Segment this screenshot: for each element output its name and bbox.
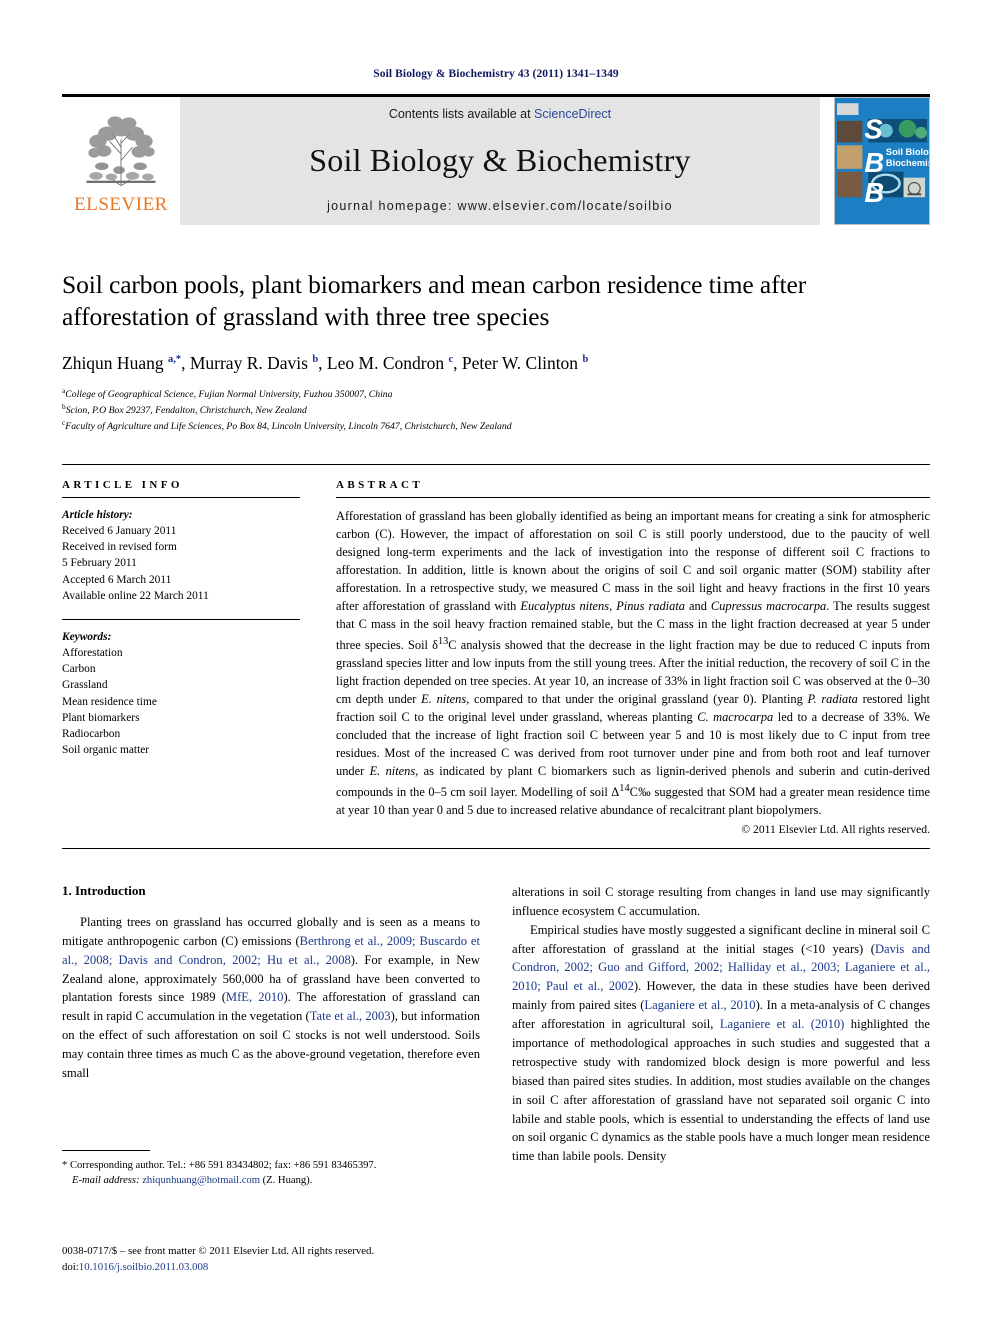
footnote-line-email: E-mail address: zhiqunhuang@hotmail.com … [62,1173,467,1188]
elsevier-tree-icon [86,116,156,186]
divider [336,496,930,498]
abstract-text: Afforestation of grassland has been glob… [336,508,931,817]
keywords-label: Keywords: [62,630,112,643]
elsevier-logo: ELSEVIER [62,97,180,225]
abstract-column: ABSTRACT Afforestation of grassland has … [336,479,930,836]
corresponding-author-footnote: * Corresponding author. Tel.: +86 591 83… [62,1150,467,1188]
journal-article-page: Soil Biology & Biochemistry 43 (2011) 13… [0,0,992,1323]
journal-homepage-link[interactable]: journal homepage: www.elsevier.com/locat… [327,199,673,213]
sciencedirect-link[interactable]: ScienceDirect [534,107,611,121]
article-info-column: ARTICLE INFO Article history: Received 6… [62,479,312,836]
body-paragraph: Empirical studies have mostly suggested … [512,922,930,1164]
journal-masthead: ELSEVIER Contents lists available at Sci… [62,94,930,225]
history-item: Received 6 January 2011 [62,524,177,537]
svg-text:B: B [864,147,884,178]
journal-band: Contents lists available at ScienceDirec… [180,97,820,225]
keyword-item: Mean residence time [62,695,157,708]
doi-link[interactable]: 10.1016/j.soilbio.2011.03.008 [79,1261,208,1273]
divider [62,496,300,498]
body-columns: 1. Introduction Planting trees on grassl… [62,883,930,1166]
title-block: Soil carbon pools, plant biomarkers and … [62,269,930,434]
affiliation-list: aCollege of Geographical Science, Fujian… [62,386,930,434]
article-history-label: Article history: [62,508,133,521]
keyword-item: Carbon [62,663,96,676]
body-paragraph: Planting trees on grassland has occurred… [62,914,480,1080]
contents-available-line: Contents lists available at ScienceDirec… [389,107,611,121]
keyword-item: Radiocarbon [62,728,121,740]
affiliation-text: Scion, P.O Box 29237, Fendalton, Christc… [65,404,307,416]
affiliation-item: bScion, P.O Box 29237, Fendalton, Christ… [62,402,930,418]
journal-cover-art: S B B Soil Biology & Biochemistry [835,99,929,223]
keywords-group: Keywords: Afforestation Carbon Grassland… [62,629,312,759]
history-item: Received in revised form [62,541,177,554]
page-footer: 0038-0717/$ – see front matter © 2011 El… [62,1244,482,1276]
svg-text:B: B [864,177,884,208]
divider [62,847,930,849]
abstract-copyright: © 2011 Elsevier Ltd. All rights reserved… [741,822,930,836]
keyword-item: Afforestation [62,647,123,660]
author-list: Zhiqun Huang a,*, Murray R. Davis b, Leo… [62,352,589,373]
affiliation-text: Faculty of Agriculture and Life Sciences… [65,420,512,432]
page-title: Soil carbon pools, plant biomarkers and … [62,270,807,331]
history-item: Available online 22 March 2011 [62,589,209,602]
elsevier-wordmark: ELSEVIER [74,194,168,215]
journal-title: Soil Biology & Biochemistry [309,141,691,178]
footnote-text: * Corresponding author. Tel.: +86 591 83… [62,1158,467,1188]
journal-cover-thumbnail: S B B Soil Biology & Biochemistry [834,97,930,225]
body-column-left: 1. Introduction Planting trees on grassl… [62,883,480,1166]
divider [62,618,300,620]
running-head: Soil Biology & Biochemistry 43 (2011) 13… [373,68,619,80]
divider [62,1150,150,1151]
svg-text:Biochemistry: Biochemistry [886,158,929,168]
info-abstract-region: ARTICLE INFO Article history: Received 6… [62,463,930,836]
keyword-item: Grassland [62,679,108,692]
email-link[interactable]: zhiqunhuang@hotmail.com [142,1175,260,1186]
body-column-right: alterations in soil C storage resulting … [512,883,930,1166]
doi-label: doi: [62,1260,79,1273]
doi-line: doi:10.1016/j.soilbio.2011.03.008 [62,1260,482,1276]
email-label: E-mail address: [72,1175,140,1187]
contents-prefix: Contents lists available at [388,107,535,121]
issn-copyright-line: 0038-0717/$ – see front matter © 2011 El… [62,1245,375,1257]
article-info-heading: ARTICLE INFO [62,478,183,491]
footnote-line-contact: * Corresponding author. Tel.: +86 591 83… [62,1160,377,1171]
svg-text:Soil Biology &: Soil Biology & [886,147,929,157]
email-suffix: (Z. Huang). [262,1175,313,1187]
article-history-group: Article history: Received 6 January 2011… [62,507,312,604]
history-item: 5 February 2011 [62,557,137,570]
keyword-item: Plant biomarkers [62,711,140,724]
keyword-item: Soil organic matter [62,744,150,757]
affiliation-text: College of Geographical Science, Fujian … [65,388,393,400]
affiliation-item: cFaculty of Agriculture and Life Science… [62,418,930,434]
affiliation-item: aCollege of Geographical Science, Fujian… [62,386,930,402]
svg-text:S: S [864,113,882,144]
abstract-heading: ABSTRACT [336,478,424,491]
body-paragraph: alterations in soil C storage resulting … [512,884,930,918]
history-item: Accepted 6 March 2011 [62,573,172,586]
section-heading-introduction: 1. Introduction [62,882,146,898]
